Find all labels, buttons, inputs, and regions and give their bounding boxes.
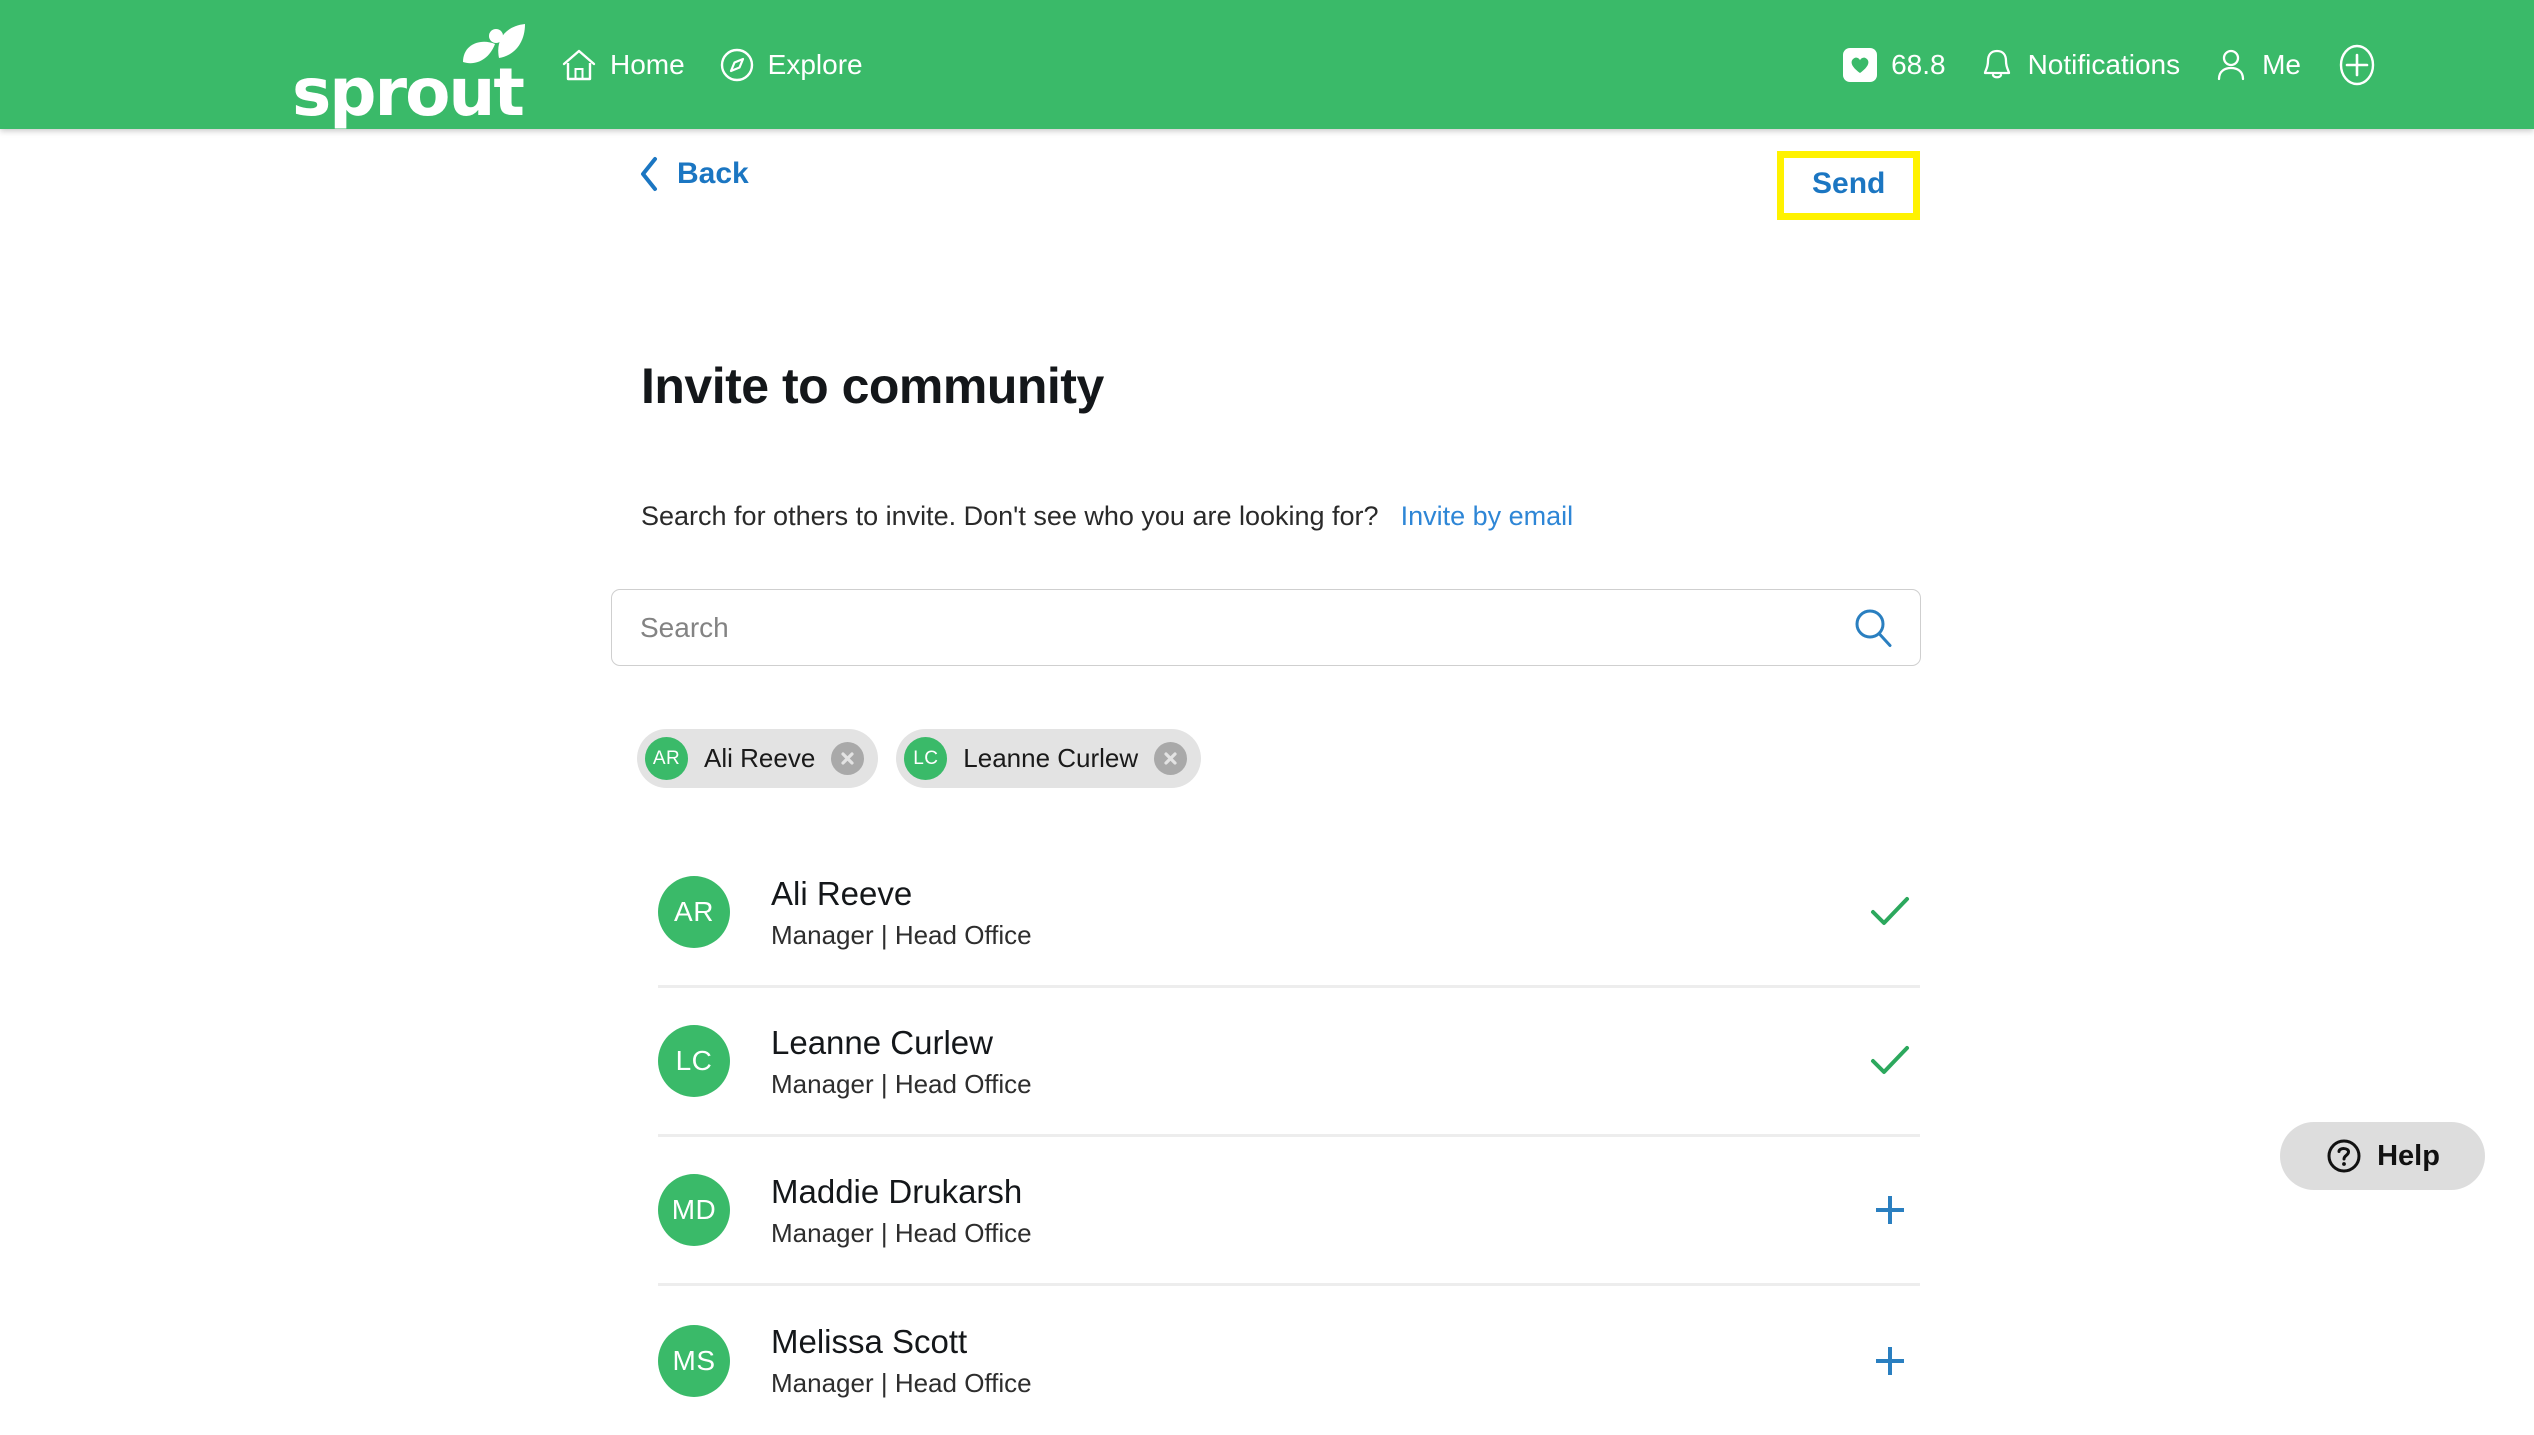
nav-item-explore[interactable]: Explore [719,47,863,83]
heart-card-icon [1843,47,1878,82]
person-name: Maddie Drukarsh [771,1172,1023,1210]
avatar: AR [645,737,688,780]
invite-by-email-link[interactable]: Invite by email [1401,501,1574,532]
back-button-label: Back [677,157,749,190]
compass-icon [720,48,753,81]
notifications-button[interactable]: Notifications [1980,46,2181,84]
chip-label: Leanne Curlew [963,743,1139,773]
avatar: MS [658,1324,730,1397]
help-button[interactable]: Help [2280,1122,2485,1190]
chevron-left-icon [641,157,657,191]
list-item-text: Leanne Curlew Manager | Head Office [771,1022,1032,1101]
help-button-label: Help [2377,1139,2440,1172]
home-icon [562,49,596,80]
avatar: AR [658,876,730,948]
avatar: LC [904,737,948,780]
me-label: Me [2262,48,2301,80]
points-indicator[interactable]: 68.8 [1843,47,1946,82]
list-item-text: Ali Reeve Manager | Head Office [771,873,1032,952]
sprout-leaf-icon [462,23,525,63]
avatar: LC [658,1025,730,1097]
search-icon[interactable] [1852,607,1894,649]
people-list: AR Ali Reeve Manager | Head Office LC Le… [658,839,1920,1435]
page-content: Back Send Invite to community Search for… [0,129,2534,1398]
nav-item-home[interactable]: Home [561,48,685,82]
send-button-label: Send [1812,167,1886,200]
back-button[interactable]: Back [638,156,749,192]
nav-item-explore-label: Explore [767,48,863,80]
nav-item-home-label: Home [609,48,685,80]
list-item-text: Maddie Drukarsh Manager | Head Office [771,1171,1032,1250]
list-item[interactable]: MS Melissa Scott Manager | Head Office [658,1286,1920,1435]
list-item[interactable]: AR Ali Reeve Manager | Head Office [658,839,1920,988]
selected-chip[interactable]: LC Leanne Curlew [896,729,1202,788]
me-button[interactable]: Me [2214,46,2301,84]
person-icon [2217,49,2245,80]
brand-logo[interactable]: sprout [292,20,525,125]
question-circle-icon [2327,1139,2361,1173]
selected-people-chips: AR Ali Reeve LC Leanne Curlew [637,729,1202,788]
check-icon[interactable] [1867,889,1913,935]
plus-icon[interactable] [1867,1338,1913,1384]
search-field[interactable] [611,589,1921,666]
invite-description-row: Search for others to invite. Don't see w… [641,501,1573,532]
person-subtitle: Manager | Head Office [771,1068,1032,1099]
check-icon[interactable] [1867,1038,1913,1084]
person-name: Ali Reeve [771,874,913,912]
search-input[interactable] [640,611,1852,644]
bell-icon [1983,49,2010,78]
plus-circle-icon [2339,44,2375,85]
header-actions: 68.8 Notifications Me [1843,43,2379,87]
chip-label: Ali Reeve [704,743,816,773]
app-header: sprout Home Explore 68.8 Notifications M… [0,0,2534,129]
avatar: MD [658,1174,730,1246]
list-item[interactable]: LC Leanne Curlew Manager | Head Office [658,988,1920,1137]
selected-chip[interactable]: AR Ali Reeve [637,729,879,788]
page-title: Invite to community [641,358,1104,414]
page-toolbar: Back Send [0,149,2534,220]
person-subtitle: Manager | Head Office [771,1368,1032,1398]
person-subtitle: Manager | Head Office [771,1217,1032,1248]
close-circle-icon[interactable] [831,742,865,775]
person-name: Melissa Scott [771,1323,968,1360]
person-name: Leanne Curlew [771,1023,993,1061]
invite-description: Search for others to invite. Don't see w… [641,501,1379,531]
person-subtitle: Manager | Head Office [771,919,1032,950]
list-item-text: Melissa Scott Manager | Head Office [771,1321,1032,1400]
send-button[interactable]: Send [1777,151,1921,220]
create-button[interactable] [2335,43,2379,87]
plus-icon[interactable] [1867,1187,1913,1233]
notifications-label: Notifications [2027,48,2181,80]
close-circle-icon[interactable] [1154,742,1188,775]
list-item[interactable]: MD Maddie Drukarsh Manager | Head Office [658,1137,1920,1286]
primary-nav: Home Explore [561,47,863,83]
points-value: 68.8 [1891,48,1946,80]
